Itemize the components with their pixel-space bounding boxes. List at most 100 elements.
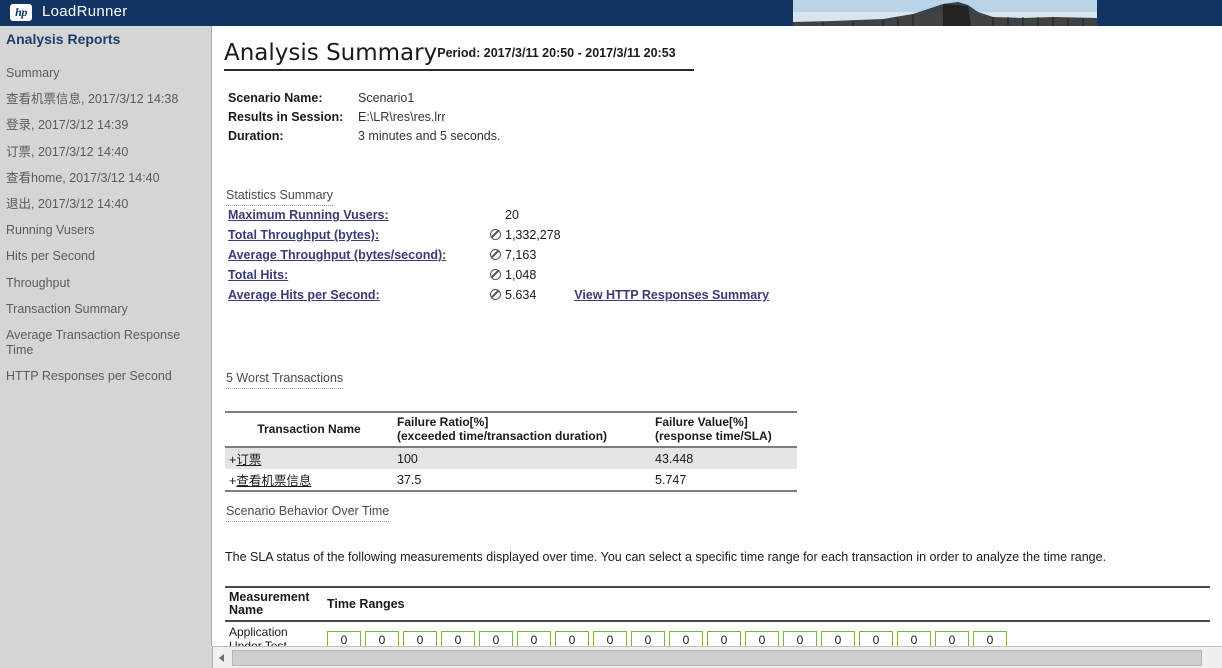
- failure-value-cell-2: 5.747: [651, 469, 797, 492]
- time-range-box[interactable]: 0: [783, 631, 817, 646]
- no-entry-icon: [490, 289, 501, 300]
- time-range-box[interactable]: 0: [859, 631, 893, 646]
- stat-row-average-throughput: Average Throughput (bytes/second): 7,163: [228, 246, 769, 266]
- sidebar-item-view-home[interactable]: 查看home, 2017/3/12 14:40: [0, 171, 212, 185]
- scenario-info-block: Scenario Name: Scenario1 Results in Sessi…: [228, 89, 500, 146]
- sidebar-bottom-filler: [0, 646, 213, 668]
- product-title: LoadRunner: [42, 3, 128, 20]
- sidebar-item-http-responses-per-second[interactable]: HTTP Responses per Second: [0, 369, 212, 383]
- stat-row-total-throughput: Total Throughput (bytes): 1,332,278: [228, 226, 769, 246]
- failure-value-cell-1: 43.448: [651, 447, 797, 469]
- page-title-row: Analysis SummaryPeriod: 2017/3/11 20:50 …: [224, 40, 694, 71]
- time-range-box[interactable]: 0: [973, 631, 1007, 646]
- caret-left-icon[interactable]: [215, 650, 230, 665]
- sidebar-item-summary[interactable]: Summary: [0, 66, 212, 80]
- sidebar-item-transaction-summary[interactable]: Transaction Summary: [0, 302, 212, 316]
- transaction-name-1[interactable]: 订票: [236, 453, 261, 467]
- sidebar-title: Analysis Reports: [6, 31, 121, 47]
- horizontal-scrollbar[interactable]: [213, 646, 1222, 668]
- time-range-box[interactable]: 0: [897, 631, 931, 646]
- column-measurement-name: Measurement Name: [225, 586, 323, 622]
- failure-ratio-cell-1: 100: [393, 447, 651, 469]
- sidebar: Analysis Reports Summary 查看机票信息, 2017/3/…: [0, 26, 212, 668]
- view-http-responses-summary-link[interactable]: View HTTP Responses Summary: [574, 288, 769, 302]
- scenario-name-label: Scenario Name:: [228, 91, 323, 105]
- table-header-row: Measurement Name Time Ranges: [225, 586, 1210, 622]
- time-range-box[interactable]: 0: [517, 631, 551, 646]
- column-failure-value-line1: Failure Value[%]: [655, 415, 748, 429]
- time-range-box[interactable]: 0: [365, 631, 399, 646]
- measurement-name-cell: Application Under Test Errors: [225, 621, 323, 646]
- info-row-results-session: Results in Session: E:\LR\res\res.lrr: [228, 108, 500, 127]
- stat-label-max-running-vusers[interactable]: Maximum Running Vusers:: [228, 208, 490, 222]
- time-range-strip: 000000000000000000: [327, 631, 1206, 646]
- statistics-summary-heading: Statistics Summary: [226, 188, 333, 206]
- sidebar-item-logout[interactable]: 退出, 2017/3/12 14:40: [0, 197, 212, 211]
- roller-coaster-icon: [793, 0, 1097, 26]
- time-range-box[interactable]: 0: [555, 631, 589, 646]
- sidebar-item-throughput[interactable]: Throughput: [0, 276, 212, 290]
- sidebar-item-login[interactable]: 登录, 2017/3/12 14:39: [0, 118, 212, 132]
- column-failure-ratio: Failure Ratio[%] (exceeded time/transact…: [393, 411, 651, 448]
- worst-transactions-heading: 5 Worst Transactions: [226, 371, 344, 389]
- sidebar-item-avg-transaction-response-time[interactable]: Average Transaction Response Time: [0, 328, 212, 358]
- info-row-duration: Duration: 3 minutes and 5 seconds.: [228, 127, 500, 146]
- stat-label-total-throughput[interactable]: Total Throughput (bytes):: [228, 228, 490, 242]
- no-icon-placeholder: [490, 209, 501, 220]
- stat-label-total-hits[interactable]: Total Hits:: [228, 268, 490, 282]
- time-range-box[interactable]: 0: [479, 631, 513, 646]
- hp-logo-icon: hp: [10, 4, 32, 21]
- sidebar-item-hits-per-second[interactable]: Hits per Second: [0, 249, 212, 263]
- measurement-name-line2: Under Test: [229, 639, 287, 646]
- no-entry-icon: [490, 229, 501, 240]
- measurements-table: Measurement Name Time Ranges Application…: [225, 586, 1210, 646]
- measurements-header: Measurement Name Time Ranges: [225, 586, 1210, 622]
- page-title: Analysis Summary: [224, 40, 438, 66]
- time-range-box[interactable]: 0: [593, 631, 627, 646]
- report-content: Analysis SummaryPeriod: 2017/3/11 20:50 …: [213, 26, 1222, 646]
- time-range-box[interactable]: 0: [669, 631, 703, 646]
- transaction-name-cell-2[interactable]: +查看机票信息: [225, 469, 393, 492]
- transaction-name-2[interactable]: 查看机票信息: [236, 474, 311, 488]
- time-range-box[interactable]: 0: [403, 631, 437, 646]
- time-range-box[interactable]: 0: [441, 631, 475, 646]
- stat-value-total-hits: 1,048: [505, 268, 537, 282]
- results-session-value: E:\LR\res\res.lrr: [358, 110, 446, 124]
- stat-value-average-throughput: 7,163: [505, 248, 537, 262]
- sidebar-item-book-ticket[interactable]: 订票, 2017/3/12 14:40: [0, 145, 212, 159]
- time-range-box[interactable]: 0: [935, 631, 969, 646]
- measurement-name-line1: Application: [229, 625, 288, 639]
- statistics-summary-list: Maximum Running Vusers: 20 Total Throughp…: [228, 206, 769, 306]
- worst-transactions-body: +订票 100 43.448 +查看机票信息 37.5 5.747: [225, 447, 797, 492]
- stat-label-average-throughput[interactable]: Average Throughput (bytes/second):: [228, 248, 490, 262]
- duration-label: Duration:: [228, 129, 284, 143]
- time-range-box[interactable]: 0: [327, 631, 361, 646]
- duration-value: 3 minutes and 5 seconds.: [358, 129, 501, 143]
- no-entry-icon: [490, 269, 501, 280]
- sidebar-item-running-vusers[interactable]: Running Vusers: [0, 223, 212, 237]
- time-range-box[interactable]: 0: [631, 631, 665, 646]
- column-failure-value: Failure Value[%] (response time/SLA): [651, 411, 797, 448]
- stat-row-max-running-vusers: Maximum Running Vusers: 20: [228, 206, 769, 226]
- scrollbar-thumb[interactable]: [232, 650, 1202, 666]
- table-row: Application Under Test Errors 0000000000…: [225, 621, 1210, 646]
- worst-transactions-table: Transaction Name Failure Ratio[%] (excee…: [225, 411, 797, 492]
- worst-transactions-header: Transaction Name Failure Ratio[%] (excee…: [225, 411, 797, 448]
- titlebar-right-fill: [1097, 0, 1222, 26]
- transaction-name-cell-1[interactable]: +订票: [225, 447, 393, 469]
- table-row[interactable]: +查看机票信息 37.5 5.747: [225, 469, 797, 492]
- time-range-box[interactable]: 0: [745, 631, 779, 646]
- failure-ratio-cell-2: 37.5: [393, 469, 651, 492]
- sidebar-item-view-ticket-info[interactable]: 查看机票信息, 2017/3/12 14:38: [0, 92, 212, 106]
- time-range-box[interactable]: 0: [707, 631, 741, 646]
- measurements-body: Application Under Test Errors 0000000000…: [225, 621, 1210, 646]
- table-header-row: Transaction Name Failure Ratio[%] (excee…: [225, 411, 797, 448]
- time-range-box[interactable]: 0: [821, 631, 855, 646]
- report-period: Period: 2017/3/11 20:50 - 2017/3/11 20:5…: [437, 46, 676, 60]
- time-ranges-cell: 000000000000000000: [323, 621, 1210, 646]
- stat-value-average-hits-per-second: 5.634: [505, 288, 537, 302]
- column-failure-ratio-line1: Failure Ratio[%]: [397, 415, 489, 429]
- stat-label-average-hits-per-second[interactable]: Average Hits per Second:: [228, 288, 490, 302]
- table-row[interactable]: +订票 100 43.448: [225, 447, 797, 469]
- stat-row-total-hits: Total Hits: 1,048: [228, 266, 769, 286]
